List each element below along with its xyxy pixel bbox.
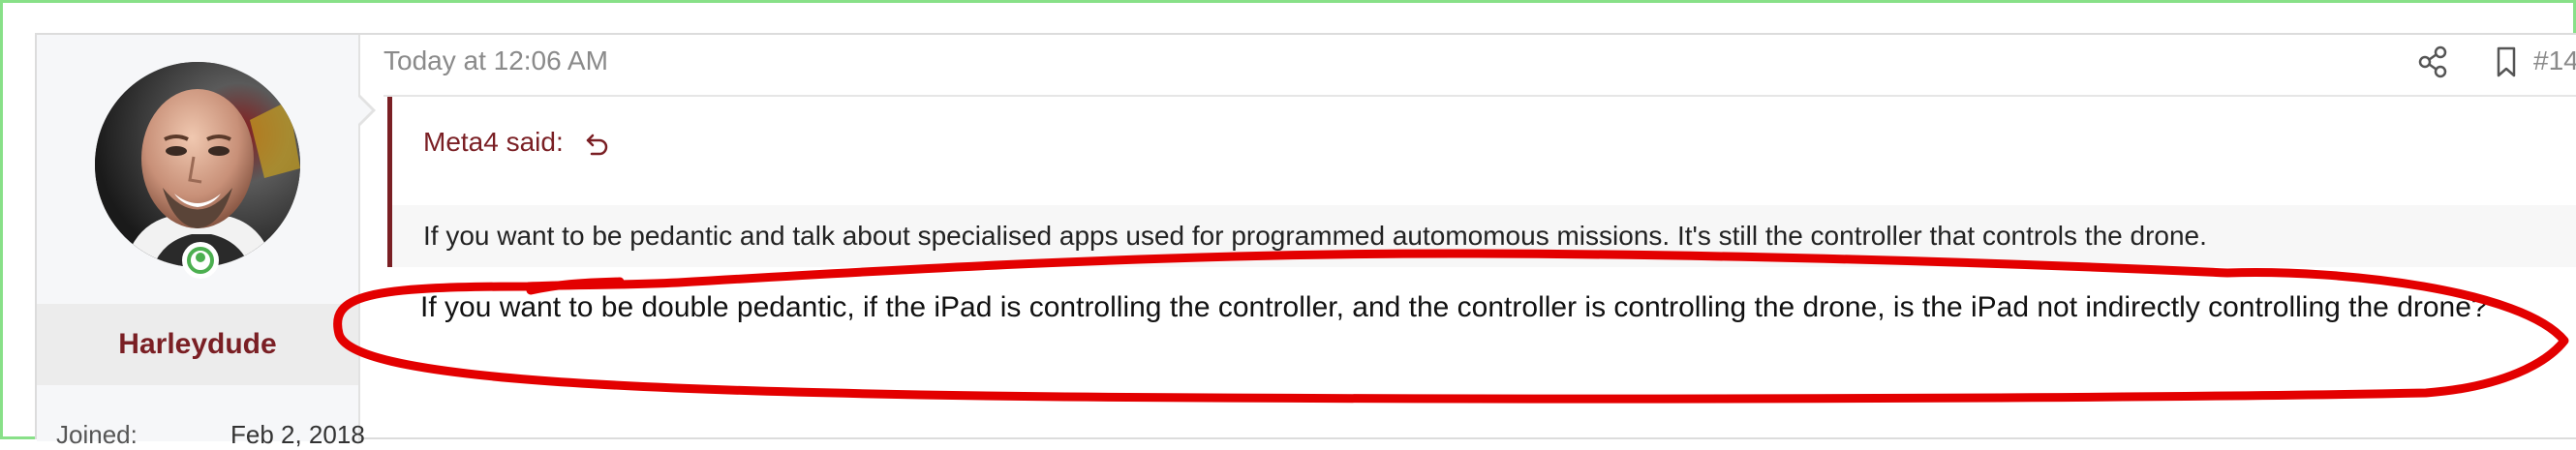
post-message: If you want to be double pedantic, if th… <box>420 291 2488 323</box>
username-container: Harleydude <box>37 304 358 385</box>
user-info-panel: Harleydude Joined: Feb 2, 2018 <box>37 35 365 449</box>
post-content: Today at 12:06 AM #14 Meta4 said: If you… <box>360 35 2576 441</box>
forum-post: Harleydude Joined: Feb 2, 2018 Today at … <box>35 33 2576 449</box>
user-avatar[interactable] <box>95 62 300 267</box>
share-icon[interactable] <box>2413 43 2452 81</box>
joined-label: Joined: <box>56 420 138 449</box>
return-arrow-icon[interactable] <box>583 130 612 159</box>
username-link[interactable]: Harleydude <box>37 304 358 385</box>
post-number-link[interactable]: #14 <box>2533 35 2576 87</box>
quote-text: If you want to be pedantic and talk abou… <box>423 221 2207 251</box>
quote-block: Meta4 said: If you want to be pedantic a… <box>387 97 2576 267</box>
joined-value: Feb 2, 2018 <box>230 420 365 449</box>
online-status-icon <box>182 242 219 279</box>
post-date-link[interactable]: Today at 12:06 AM <box>383 35 608 87</box>
joined-row: Joined: Feb 2, 2018 <box>56 420 365 450</box>
avatar-image <box>95 62 300 267</box>
quote-header[interactable]: Meta4 said: <box>423 97 612 188</box>
quote-body: If you want to be pedantic and talk abou… <box>392 205 2576 267</box>
bookmark-icon[interactable] <box>2487 43 2526 81</box>
quote-author[interactable]: Meta4 said: <box>423 127 564 157</box>
